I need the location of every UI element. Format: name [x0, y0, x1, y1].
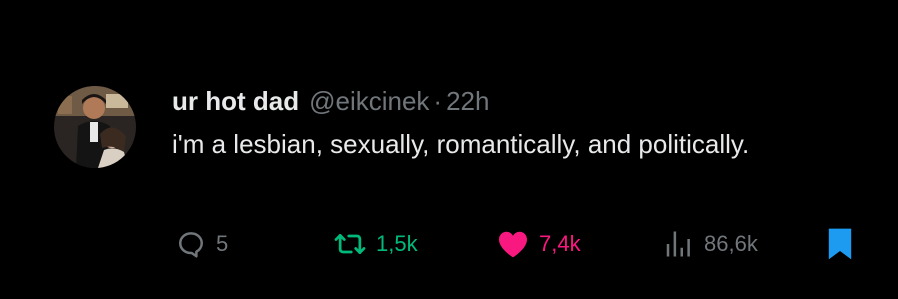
author-name[interactable]: ur hot dad	[172, 84, 299, 118]
timestamp[interactable]: 22h	[446, 84, 489, 118]
reply-button[interactable]: 5	[176, 226, 228, 262]
avatar[interactable]	[54, 86, 136, 168]
views-button[interactable]: 86,6k	[662, 226, 758, 262]
heart-filled-icon	[497, 229, 529, 259]
like-button[interactable]: 7,4k	[497, 226, 581, 262]
avatar-photo	[54, 86, 136, 168]
tweet-text: i'm a lesbian, sexually, romantically, a…	[172, 129, 750, 159]
action-bar: 5 1,5k 7,4k 86,6k	[0, 226, 898, 262]
view-count: 86,6k	[704, 231, 758, 256]
repost-arrows-icon	[334, 229, 366, 259]
reply-count: 5	[216, 231, 229, 256]
separator: ·	[433, 86, 443, 116]
author-handle[interactable]: @eikcinek	[309, 84, 429, 118]
like-count: 7,4k	[539, 231, 581, 256]
tweet[interactable]: ur hot dad @eikcinek · 22h i'm a lesbian…	[0, 0, 898, 299]
speech-bubble-icon	[176, 229, 206, 259]
tweet-header: ur hot dad @eikcinek · 22h	[172, 84, 489, 118]
bookmark-filled-icon	[826, 227, 854, 261]
bookmark-button[interactable]	[826, 226, 854, 262]
repost-button[interactable]: 1,5k	[334, 226, 418, 262]
repost-count: 1,5k	[376, 231, 418, 256]
bar-chart-icon	[662, 229, 694, 259]
